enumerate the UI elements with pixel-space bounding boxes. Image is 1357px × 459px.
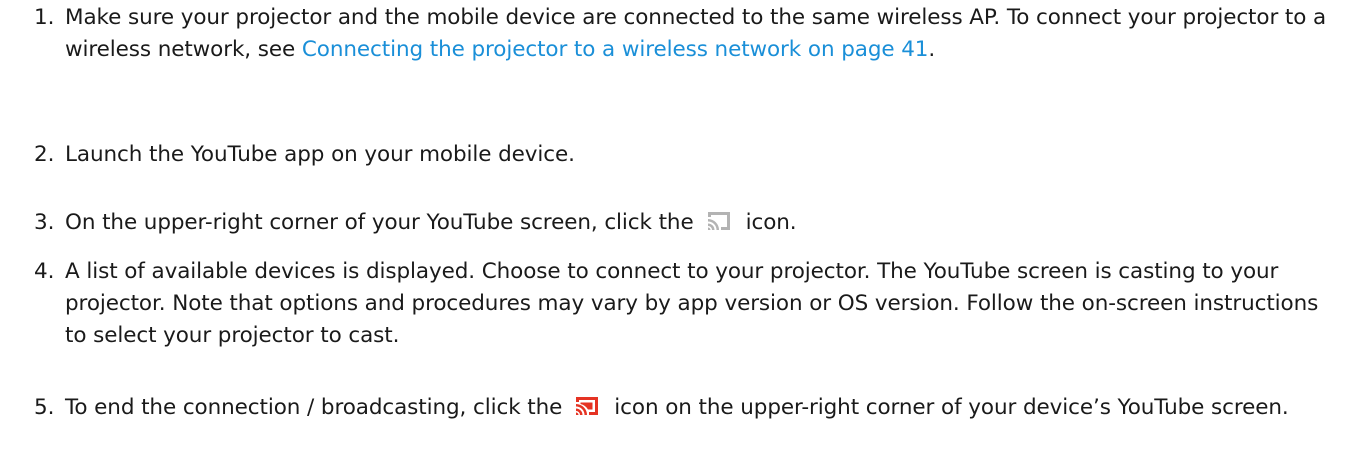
step-text: Make sure your projector and the mobile … — [65, 5, 1327, 62]
step-text: To end the connection / broadcasting, cl… — [65, 393, 1289, 420]
step-5: 5. To end the connection / broadcasting,… — [0, 392, 1340, 424]
step-number: 4. — [34, 259, 55, 284]
step-number: 5. — [34, 395, 55, 420]
step-2: 2. Launch the YouTube app on your mobile… — [0, 139, 1340, 171]
step-4: 4. A list of available devices is displa… — [0, 256, 1340, 352]
step-1: 1. Make sure your projector and the mobi… — [0, 2, 1340, 66]
cast-icon — [704, 208, 734, 234]
step-number: 2. — [34, 142, 55, 167]
instructions-page: 1. Make sure your projector and the mobi… — [0, 0, 1357, 459]
step-number: 1. — [34, 5, 55, 30]
step-3: 3. On the upper-right corner of your You… — [0, 207, 1340, 239]
wireless-network-link[interactable]: Connecting the projector to a wireless n… — [302, 37, 929, 62]
step-text: Launch the YouTube app on your mobile de… — [65, 142, 575, 167]
step-number: 3. — [34, 210, 55, 235]
step-text: On the upper-right corner of your YouTub… — [65, 208, 797, 235]
cast-connected-icon — [572, 393, 602, 419]
step-text: A list of available devices is displayed… — [65, 259, 1319, 348]
